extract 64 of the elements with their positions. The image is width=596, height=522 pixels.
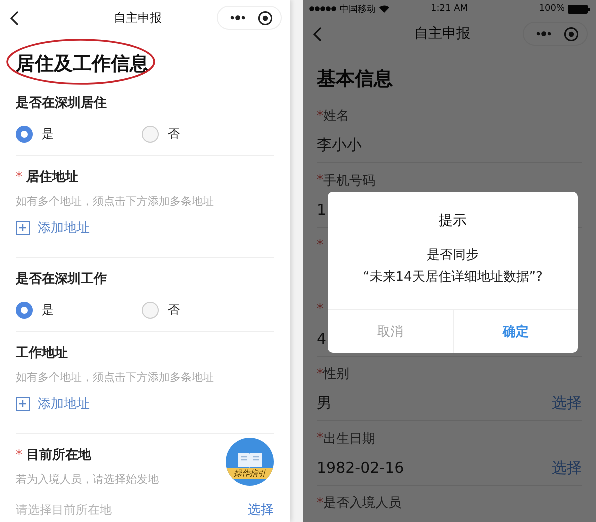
field-label: 姓名: [324, 108, 350, 125]
page-title: 基本信息: [317, 67, 393, 92]
nav-title: 自主申报: [113, 10, 163, 26]
dialog-message: 是否同步: [426, 247, 480, 264]
book-icon: [237, 452, 263, 468]
required-mark: *: [16, 170, 22, 184]
signal-icon: [309, 6, 337, 12]
add-address-button[interactable]: 添加地址: [16, 219, 90, 237]
more-icon[interactable]: [230, 15, 246, 21]
required-mark: *: [317, 173, 324, 188]
option-label: 否: [168, 126, 180, 143]
option-label: 否: [168, 302, 180, 319]
back-icon[interactable]: [10, 10, 19, 26]
field-value: 1: [317, 201, 327, 219]
field-label: 性别: [324, 366, 350, 383]
required-mark: *: [16, 448, 22, 462]
field-value: 4: [317, 330, 327, 348]
location-field[interactable]: 请选择目前所在地: [16, 502, 112, 518]
dialog-message: “未来14天居住详细地址数据”?: [362, 269, 544, 286]
field-label: 是否入境人员: [324, 495, 402, 512]
battery-icon: [568, 4, 590, 14]
page-title: 居住及工作信息: [16, 52, 149, 77]
dialog-title: 提示: [438, 212, 468, 230]
option-label: 是: [42, 126, 54, 143]
field-value: 1982-02-16: [317, 459, 404, 477]
radio-button[interactable]: [16, 126, 33, 143]
plus-icon: [16, 397, 30, 411]
close-icon[interactable]: [258, 10, 273, 26]
field-label: 居住地址: [26, 169, 78, 186]
cancel-button[interactable]: 取消: [328, 310, 452, 353]
question-label: 是否在深圳工作: [16, 271, 108, 288]
field-value: 李小小: [317, 136, 362, 155]
select-link[interactable]: 选择: [552, 394, 582, 413]
required-mark: *: [317, 366, 324, 382]
field-label: 目前所在地: [26, 447, 92, 464]
option-label: 是: [42, 302, 54, 319]
radio-button[interactable]: [142, 126, 159, 143]
radio-button[interactable]: [142, 302, 159, 319]
hint-text: 如有多个地址，须点击下方添加多条地址: [16, 194, 214, 209]
field-label: 工作地址: [16, 345, 69, 362]
required-mark: *: [317, 431, 324, 446]
field-label: 出生日期: [324, 430, 376, 448]
add-address-button[interactable]: 添加地址: [16, 395, 90, 413]
required-mark: *: [317, 238, 324, 252]
status-time: 1:21 AM: [431, 4, 468, 14]
carrier-name: 中国移动: [340, 4, 376, 16]
required-mark: *: [317, 496, 324, 510]
select-link[interactable]: 选择: [248, 501, 274, 519]
required-mark: *: [317, 302, 324, 317]
field-value: 男: [317, 394, 332, 413]
battery-percent: 100%: [539, 4, 565, 14]
plus-icon: [16, 221, 30, 235]
radio-button[interactable]: [16, 302, 33, 319]
capsule-menu[interactable]: [217, 6, 282, 30]
guide-button[interactable]: 操作指引: [226, 438, 274, 486]
field-label: 手机号码: [324, 172, 376, 190]
confirm-button[interactable]: 确定: [452, 310, 578, 353]
nav-title: 自主申报: [414, 25, 472, 43]
hint-text: 若为入境人员，请选择始发地: [16, 472, 159, 487]
question-label: 是否在深圳居住: [16, 95, 108, 112]
hint-text: 如有多个地址，须点击下方添加多条地址: [16, 370, 214, 385]
wifi-icon: [379, 5, 390, 13]
required-mark: *: [317, 108, 324, 124]
select-link[interactable]: 选择: [552, 458, 582, 478]
